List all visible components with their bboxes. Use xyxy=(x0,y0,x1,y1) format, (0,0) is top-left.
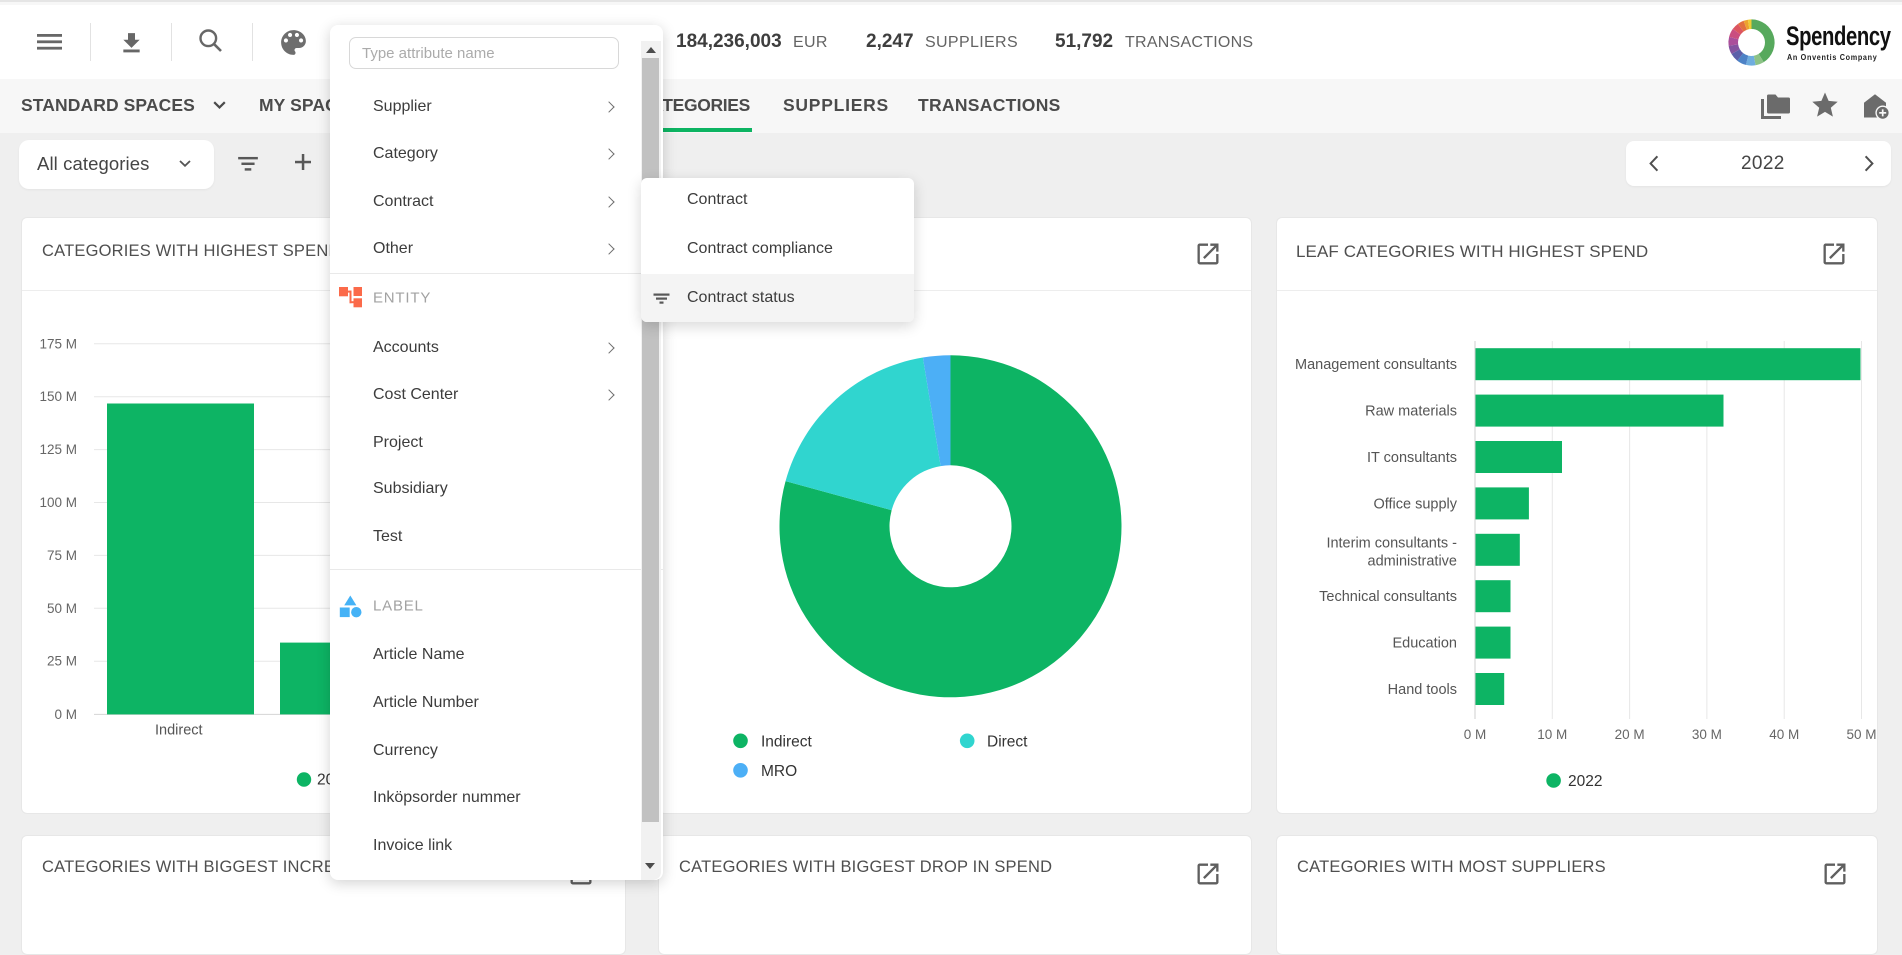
svg-text:Technical consultants: Technical consultants xyxy=(1319,589,1457,605)
svg-text:Raw materials: Raw materials xyxy=(1365,404,1457,420)
svg-text:30 M: 30 M xyxy=(1692,727,1722,742)
svg-text:20 M: 20 M xyxy=(1615,727,1645,742)
svg-text:IT consultants: IT consultants xyxy=(1367,450,1457,466)
svg-text:50 M: 50 M xyxy=(47,601,77,616)
svg-text:MRO: MRO xyxy=(761,763,797,780)
svg-text:0 M: 0 M xyxy=(1464,727,1487,742)
svg-text:Office supply: Office supply xyxy=(1373,496,1457,512)
svg-text:administrative: administrative xyxy=(1368,553,1457,569)
svg-text:10 M: 10 M xyxy=(1537,727,1567,742)
svg-text:100 M: 100 M xyxy=(39,495,77,510)
svg-text:25 M: 25 M xyxy=(47,654,77,669)
svg-text:2022: 2022 xyxy=(1568,773,1602,790)
svg-text:Indirect: Indirect xyxy=(761,733,813,750)
svg-text:Indirect: Indirect xyxy=(155,723,203,739)
svg-text:50 M: 50 M xyxy=(1846,727,1876,742)
svg-text:Interim consultants -: Interim consultants - xyxy=(1326,535,1457,551)
svg-text:Direct: Direct xyxy=(987,733,1028,750)
svg-text:Education: Education xyxy=(1393,636,1458,652)
svg-text:125 M: 125 M xyxy=(39,442,77,457)
svg-text:175 M: 175 M xyxy=(39,336,77,351)
svg-text:Management consultants: Management consultants xyxy=(1295,357,1457,373)
svg-text:150 M: 150 M xyxy=(39,389,77,404)
svg-text:Hand tools: Hand tools xyxy=(1388,682,1457,698)
svg-text:0 M: 0 M xyxy=(54,707,77,722)
svg-text:40 M: 40 M xyxy=(1769,727,1799,742)
svg-text:75 M: 75 M xyxy=(47,548,77,563)
